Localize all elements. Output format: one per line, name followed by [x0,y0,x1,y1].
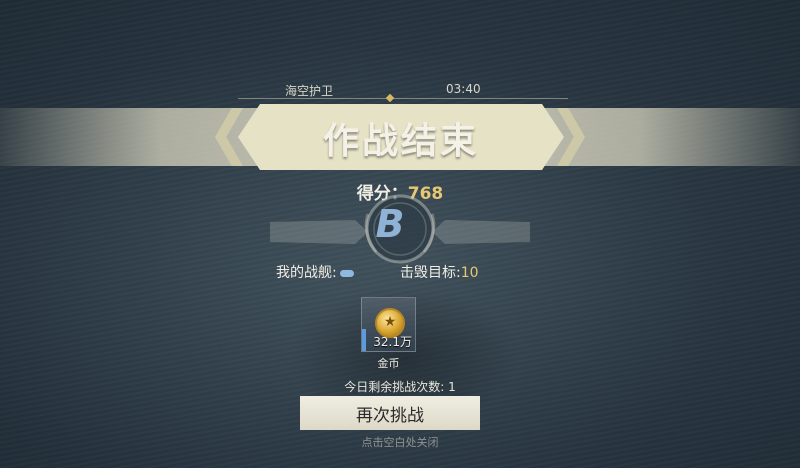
reward-item[interactable]: ★ 32.1万 [361,297,416,352]
emblem-left-wing [270,220,368,244]
my-ship-stat: 我的战舰: [276,262,354,282]
battle-result-title: 作战结束 [322,121,479,162]
reward-amount: 32.1万 [373,335,412,349]
destroyed-stat: 击毁目标:10 [400,262,479,282]
ship-icon [339,269,354,277]
rank-grade: B [375,202,405,246]
mode-name: 海空护卫 [285,84,334,98]
retry-button[interactable]: 再次挑战 [300,396,480,430]
reward-rarity-bar [362,329,366,351]
destroyed-label: 击毁目标: [400,265,461,281]
remaining-challenges: 今日剩余挑战次数: 1 [344,380,456,394]
close-hint: 点击空白处关闭 [361,436,439,449]
reward-name: 金币 [377,357,400,370]
destroyed-value: 10 [460,265,479,281]
emblem-right-wing [432,220,530,244]
battle-timer: 03:40 [446,82,481,96]
my-ship-label: 我的战舰: [276,265,337,281]
